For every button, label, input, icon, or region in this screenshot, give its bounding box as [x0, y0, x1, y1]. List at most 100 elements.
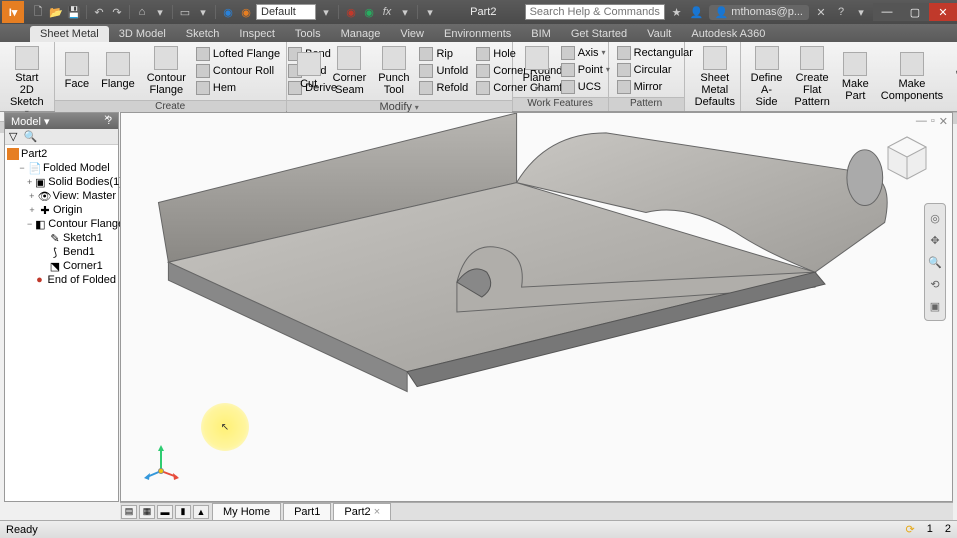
search-input[interactable]	[525, 4, 665, 20]
select-icon[interactable]: ▭	[177, 4, 193, 20]
flange-button[interactable]: Flange	[95, 50, 141, 92]
tab-sketch[interactable]: Sketch	[176, 26, 230, 42]
status-page-2[interactable]: 2	[945, 523, 951, 536]
maximize-button[interactable]: ▢	[901, 3, 929, 21]
home-icon[interactable]: ⌂	[134, 4, 150, 20]
tab-inspect[interactable]: Inspect	[229, 26, 284, 42]
make-part-button[interactable]: Make Part	[836, 50, 875, 104]
close-panel-icon[interactable]: ✕	[813, 4, 829, 20]
tab-scroll-icon[interactable]: ▲	[193, 505, 209, 519]
unfold-button[interactable]: Unfold	[415, 63, 472, 79]
color-icon[interactable]: ◉	[343, 4, 359, 20]
expand-icon[interactable]: +	[27, 177, 32, 187]
appearance-icon[interactable]: ◉	[238, 4, 254, 20]
contour-flange-button[interactable]: Contour Flange	[141, 44, 192, 98]
tab-close-icon[interactable]: ×	[374, 506, 380, 518]
preset-dropdown-icon[interactable]: ▾	[318, 4, 334, 20]
app-menu-icon[interactable]: I▾	[2, 1, 24, 23]
tree-bend1[interactable]: ⟆Bend1	[7, 245, 116, 259]
home-dropdown-icon[interactable]: ▾	[152, 4, 168, 20]
tab-sheet-metal[interactable]: Sheet Metal	[30, 26, 109, 42]
tab-a360[interactable]: Autodesk A360	[681, 26, 775, 42]
browser-header[interactable]: Model ▾ ?	[5, 113, 118, 129]
status-page-1[interactable]: 1	[927, 523, 933, 536]
help-dropdown-icon[interactable]: ▾	[853, 4, 869, 20]
tree-sketch1[interactable]: ✎Sketch1	[7, 231, 116, 245]
collapse-icon[interactable]: −	[17, 163, 27, 173]
tree-corner1[interactable]: ⬔Corner1	[7, 259, 116, 273]
appearance-combo[interactable]: Default	[256, 4, 316, 20]
qat-customize-icon[interactable]: ▾	[422, 4, 438, 20]
fx-icon[interactable]: fx	[379, 4, 395, 20]
collapse-icon[interactable]: −	[27, 219, 32, 229]
lookat-icon[interactable]: ▣	[927, 298, 943, 314]
cut-button[interactable]: Cut	[291, 50, 327, 92]
tree-solid-bodies[interactable]: +▣Solid Bodies(1)	[7, 175, 116, 189]
tab-view-horiz-icon[interactable]: ▬	[157, 505, 173, 519]
doc-tab-part2[interactable]: Part2 ×	[333, 503, 391, 521]
make-components-button[interactable]: Make Components	[875, 50, 949, 104]
punch-tool-button[interactable]: Punch Tool	[372, 44, 415, 98]
plane-button[interactable]: Plane▾	[517, 44, 557, 95]
minimize-button[interactable]: —	[873, 3, 901, 21]
signin-icon[interactable]: 👤	[689, 4, 705, 20]
ucs-button[interactable]: UCS	[557, 79, 614, 95]
tree-root[interactable]: Part2	[7, 147, 116, 161]
define-aside-button[interactable]: Define A-Side	[745, 44, 789, 110]
new-icon[interactable]: 🗋	[30, 4, 46, 20]
close-button[interactable]: ✕	[929, 3, 957, 21]
sheet-metal-defaults-button[interactable]: Sheet Metal Defaults	[689, 44, 741, 110]
mdi-restore-icon[interactable]: ▫	[931, 115, 935, 128]
mdi-minimize-icon[interactable]: —	[916, 115, 927, 128]
ribbon-appearance-button[interactable]: 👁▾	[949, 64, 957, 90]
mdi-close-icon[interactable]: ✕	[939, 115, 948, 128]
refold-button[interactable]: Refold	[415, 80, 472, 96]
start-2d-sketch-button[interactable]: Start 2D Sketch ▾	[4, 44, 50, 119]
user-menu[interactable]: 👤mthomas@p...	[709, 5, 809, 20]
pan-icon[interactable]: ✥	[927, 232, 943, 248]
tree-origin[interactable]: +✚Origin	[7, 203, 116, 217]
expand-icon[interactable]: +	[27, 191, 37, 201]
select-dropdown-icon[interactable]: ▾	[195, 4, 211, 20]
contour-roll-button[interactable]: Contour Roll	[192, 63, 284, 79]
viewcube[interactable]	[882, 133, 932, 183]
redo-icon[interactable]: ↷	[109, 4, 125, 20]
hem-button[interactable]: Hem	[192, 80, 284, 96]
point-button[interactable]: Point▾	[557, 62, 614, 78]
full-nav-wheel-icon[interactable]: ◎	[927, 210, 943, 226]
tree-folded-model[interactable]: −📄Folded Model	[7, 161, 116, 175]
zoom-icon[interactable]: 🔍	[927, 254, 943, 270]
material-icon[interactable]: ◉	[220, 4, 236, 20]
axis-button[interactable]: Axis▾	[557, 45, 614, 61]
tab-tools[interactable]: Tools	[285, 26, 331, 42]
orbit-icon[interactable]: ⟲	[927, 276, 943, 292]
face-button[interactable]: Face	[59, 50, 95, 92]
undo-icon[interactable]: ↶	[91, 4, 107, 20]
tree-view-master[interactable]: +👁View: Master	[7, 189, 116, 203]
fx-dropdown-icon[interactable]: ▾	[397, 4, 413, 20]
3d-viewport[interactable]: ↖ ◎ ✥ 🔍 ⟲ ▣ — ▫ ✕	[120, 112, 953, 502]
tab-bim[interactable]: BIM	[521, 26, 561, 42]
tab-vault[interactable]: Vault	[637, 26, 681, 42]
rip-button[interactable]: Rip	[415, 46, 472, 62]
corner-seam-button[interactable]: Corner Seam	[327, 44, 373, 98]
doc-tab-part1[interactable]: Part1	[283, 503, 331, 521]
tab-get-started[interactable]: Get Started	[561, 26, 637, 42]
doc-tab-my-home[interactable]: My Home	[212, 503, 281, 521]
filter-icon[interactable]: ▽	[9, 130, 17, 143]
tab-view[interactable]: View	[390, 26, 434, 42]
open-icon[interactable]: 📂	[48, 4, 64, 20]
star-icon[interactable]: ★	[669, 4, 685, 20]
tab-3d-model[interactable]: 3D Model	[109, 26, 176, 42]
search-tree-icon[interactable]: 🔍	[23, 130, 37, 143]
tree-end-of-folded[interactable]: ●End of Folded	[7, 273, 116, 287]
tab-view-tile-icon[interactable]: ▦	[139, 505, 155, 519]
expand-icon[interactable]: +	[27, 205, 37, 215]
help-icon[interactable]: ?	[833, 4, 849, 20]
create-flat-pattern-button[interactable]: Create Flat Pattern	[788, 44, 835, 110]
browser-close-icon[interactable]: ×	[104, 113, 116, 125]
tab-view-vert-icon[interactable]: ▮	[175, 505, 191, 519]
tree-contour-flange1[interactable]: −◧Contour Flange1	[7, 217, 116, 231]
lofted-flange-button[interactable]: Lofted Flange	[192, 46, 284, 62]
color2-icon[interactable]: ◉	[361, 4, 377, 20]
